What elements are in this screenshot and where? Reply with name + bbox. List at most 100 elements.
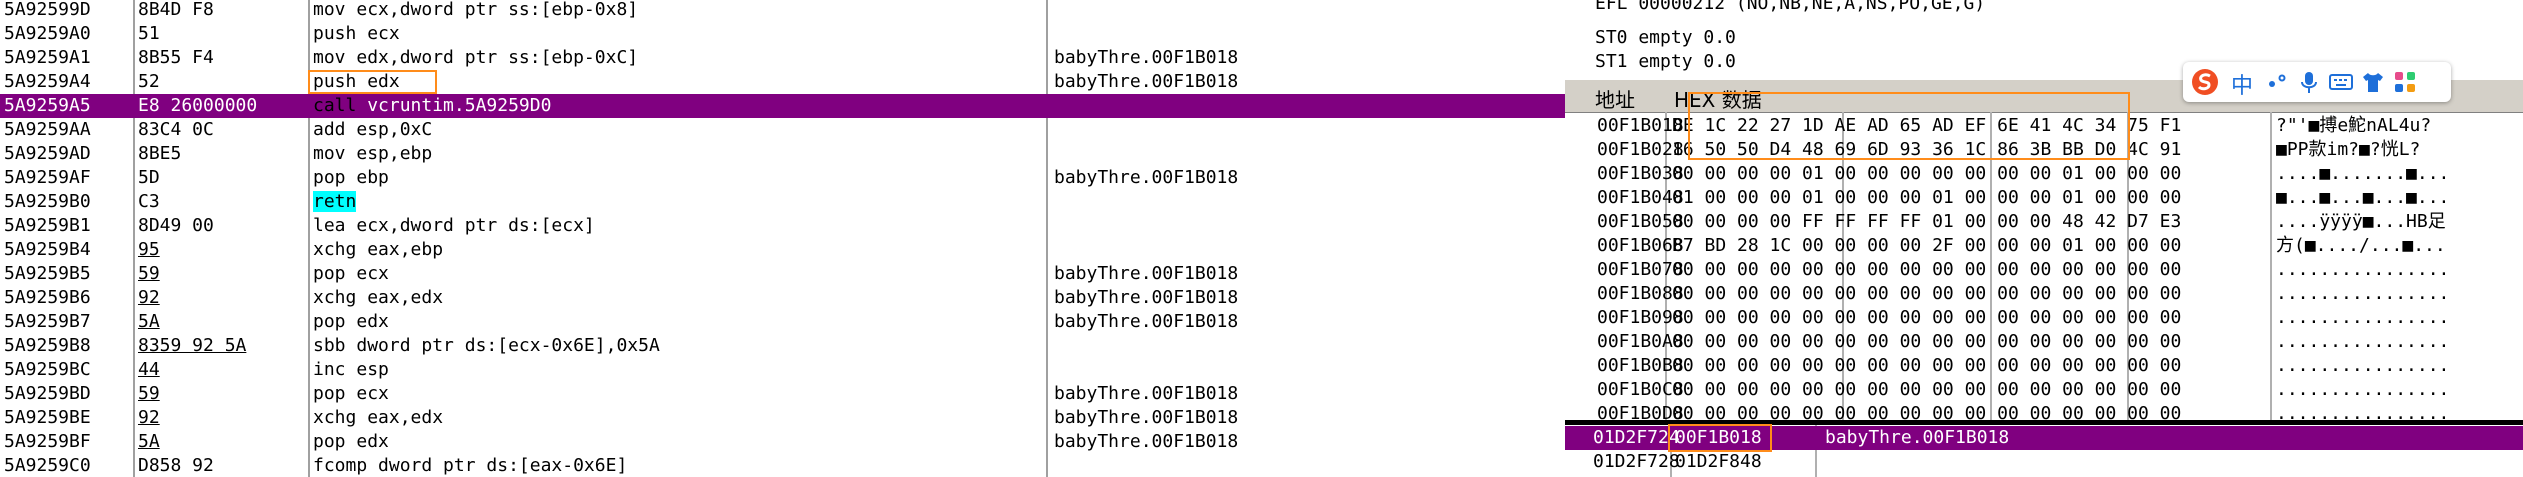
- dump-address: 00F1B0A8: [1597, 331, 1684, 352]
- dump-address: 00F1B0C8: [1597, 379, 1684, 400]
- dump-address: 00F1B068: [1597, 235, 1684, 256]
- disasm-row[interactable]: 5A9259B5 59 pop ecx babyThre.00F1B018: [0, 262, 1565, 286]
- disasm-bytes: 5A: [138, 311, 160, 332]
- disasm-instruction: fcomp dword ptr ds:[eax-0x6E]: [313, 454, 627, 477]
- dump-row[interactable]: 00F1B028 16 50 50 D4 48 69 6D 93 36 1C 86…: [1565, 138, 2523, 162]
- disasm-operands: edx: [356, 431, 389, 452]
- microphone-icon[interactable]: [2295, 68, 2323, 96]
- dump-address: 00F1B078: [1597, 259, 1684, 280]
- dump-row[interactable]: 00F1B068 B7 BD 28 1C 00 00 00 00 2F 00 00…: [1565, 234, 2523, 258]
- st0-register: ST0 empty 0.0: [1595, 27, 1736, 48]
- disasm-row[interactable]: 5A9259B0 C3 retn: [0, 190, 1565, 214]
- disasm-bytes: 8B55 F4: [138, 47, 214, 68]
- disasm-instruction: mov edx,dword ptr ss:[ebp-0xC]: [313, 46, 638, 70]
- disasm-row[interactable]: 5A9259A4 52 push edx babyThre.00F1B018: [0, 70, 1565, 94]
- disasm-row[interactable]: 5A9259BD 59 pop ecx babyThre.00F1B018: [0, 382, 1565, 406]
- dump-ascii: ■...■...■...■...: [2276, 187, 2450, 208]
- disasm-address: 5A9259B1: [4, 215, 91, 236]
- dump-row[interactable]: 00F1B018 DE 1C 22 27 1D AE AD 65 AD EF 6E…: [1565, 114, 2523, 138]
- dump-address: 00F1B018: [1597, 115, 1684, 136]
- disasm-mnemonic: pop: [313, 263, 346, 284]
- disasm-mnemonic: add: [313, 119, 346, 140]
- stack-value: 01D2F848: [1675, 451, 1762, 472]
- disasm-row[interactable]: 5A9259C0 D858 92 fcomp dword ptr ds:[eax-0…: [0, 454, 1565, 477]
- disasm-operands: edx: [356, 311, 389, 332]
- disasm-comment: babyThre.00F1B018: [1054, 407, 1239, 428]
- ime-toolbar[interactable]: 中: [2183, 62, 2451, 102]
- disasm-row[interactable]: 5A9259A5 E8 26000000 call vcruntim.5A9259D…: [0, 94, 1565, 118]
- dump-row[interactable]: 00F1B078 00 00 00 00 00 00 00 00 00 00 00…: [1565, 258, 2523, 282]
- dump-ascii: 方(■..../...■...: [2276, 235, 2446, 256]
- disasm-mnemonic: retn: [313, 191, 357, 212]
- disasm-bytes: 59: [138, 383, 160, 404]
- dump-ascii: ?"'■搏e鮀nAL4u?: [2276, 115, 2432, 136]
- keyboard-icon[interactable]: [2327, 68, 2355, 96]
- disasm-comment: babyThre.00F1B018: [1054, 431, 1239, 452]
- disasm-instruction: push ecx: [313, 22, 400, 46]
- punctuation-icon[interactable]: [2263, 68, 2291, 96]
- dump-hex-bytes: 00 00 00 00 00 00 00 00 00 00 00 00 00 0…: [1672, 355, 2182, 376]
- disasm-immediate: 0xC: [399, 119, 433, 140]
- disasm-operands: esp: [356, 359, 389, 380]
- disasm-row[interactable]: 5A9259BF 5A pop edx babyThre.00F1B018: [0, 430, 1565, 454]
- dump-row[interactable]: 00F1B098 00 00 00 00 00 00 00 00 00 00 00…: [1565, 306, 2523, 330]
- stack-row[interactable]: 01D2F724 00F1B018 babyThre.00F1B018: [1565, 426, 2523, 450]
- disasm-mnemonic: pop: [313, 167, 346, 188]
- dump-row[interactable]: 00F1B038 00 00 00 00 01 00 00 00 00 00 00…: [1565, 162, 2523, 186]
- disasm-immediate: 0x5A: [616, 335, 660, 356]
- dump-ascii: ....■.......■...: [2276, 163, 2450, 184]
- dump-hex-bytes: DE 1C 22 27 1D AE AD 65 AD EF 6E 41 4C 3…: [1672, 115, 2182, 136]
- disasm-operands: ecx: [367, 23, 400, 44]
- disasm-row[interactable]: 5A9259B7 5A pop edx babyThre.00F1B018: [0, 310, 1565, 334]
- disasm-row[interactable]: 5A9259B1 8D49 00 lea ecx,dword ptr ds:[ecx…: [0, 214, 1565, 238]
- dump-address: 00F1B0B8: [1597, 355, 1684, 376]
- disasm-instruction: sbb dword ptr ds:[ecx-0x6E],0x5A: [313, 334, 660, 358]
- skin-shirt-icon[interactable]: [2359, 68, 2387, 96]
- dump-row[interactable]: 00F1B0B8 00 00 00 00 00 00 00 00 00 00 00…: [1565, 354, 2523, 378]
- dump-row[interactable]: 00F1B088 00 00 00 00 00 00 00 00 00 00 00…: [1565, 282, 2523, 306]
- disasm-row[interactable]: 5A9259BE 92 xchg eax,edx babyThre.00F1B018: [0, 406, 1565, 430]
- disasm-address: 5A9259BC: [4, 359, 91, 380]
- stack-panel[interactable]: 01D2F724 00F1B018 babyThre.00F1B018 01D2F72…: [1565, 425, 2523, 477]
- disasm-row[interactable]: 5A9259AF 5D pop ebp babyThre.00F1B018: [0, 166, 1565, 190]
- disasm-row[interactable]: 5A92599D 8B4D F8 mov ecx,dword ptr ss:[ebp…: [0, 0, 1565, 22]
- stack-row[interactable]: 01D2F728 01D2F848: [1565, 450, 2523, 474]
- disasm-operands: esp,ebp: [356, 143, 433, 164]
- disasm-mnemonic: push: [313, 71, 357, 92]
- dump-row[interactable]: 00F1B0D8 00 00 00 00 00 00 00 00 00 00 00…: [1565, 402, 2523, 420]
- dump-hex-bytes: 00 00 00 00 00 00 00 00 00 00 00 00 00 0…: [1672, 403, 2182, 420]
- dump-hex-bytes: 00 00 00 00 00 00 00 00 00 00 00 00 00 0…: [1672, 331, 2182, 352]
- ime-language-toggle[interactable]: 中: [2231, 68, 2253, 100]
- disasm-row[interactable]: 5A9259B8 8359 92 5A sbb dword ptr ds:[ecx-…: [0, 334, 1565, 358]
- disasm-mnemonic: mov: [313, 143, 346, 164]
- disasm-row[interactable]: 5A9259A1 8B55 F4 mov edx,dword ptr ss:[ebp…: [0, 46, 1565, 70]
- toolbox-grid-icon[interactable]: [2391, 68, 2419, 96]
- disasm-address: 5A9259B4: [4, 239, 91, 260]
- disasm-address: 5A9259BD: [4, 383, 91, 404]
- disasm-address: 5A92599D: [4, 0, 91, 20]
- disasm-row[interactable]: 5A9259B4 95 xchg eax,ebp: [0, 238, 1565, 262]
- dump-hex-bytes: B7 BD 28 1C 00 00 00 00 2F 00 00 00 01 0…: [1672, 235, 2182, 256]
- disasm-address: 5A9259BF: [4, 431, 91, 452]
- disasm-address: 5A9259A5: [4, 94, 91, 118]
- dump-col-hex[interactable]: HEX 数据: [1674, 84, 1762, 113]
- disasm-bytes: 92: [138, 287, 160, 308]
- dump-col-address[interactable]: 地址: [1595, 84, 1635, 113]
- sogou-logo-icon[interactable]: [2191, 68, 2219, 96]
- disasm-row[interactable]: 5A9259AD 8BE5 mov esp,ebp: [0, 142, 1565, 166]
- dump-row[interactable]: 00F1B0A8 00 00 00 00 00 00 00 00 00 00 00…: [1565, 330, 2523, 354]
- disasm-bytes: 8B4D F8: [138, 0, 214, 20]
- dump-row[interactable]: 00F1B0C8 00 00 00 00 00 00 00 00 00 00 00…: [1565, 378, 2523, 402]
- disasm-row[interactable]: 5A9259AA 83C4 0C add esp,0xC: [0, 118, 1565, 142]
- dump-row[interactable]: 00F1B058 00 00 00 00 FF FF FF FF 01 00 00…: [1565, 210, 2523, 234]
- disasm-instruction: pop ecx: [313, 262, 389, 286]
- stack-address: 01D2F724: [1593, 427, 1680, 448]
- disasm-row[interactable]: 5A9259BC 44 inc esp: [0, 358, 1565, 382]
- disasm-operands: esp,: [356, 119, 400, 140]
- dump-row[interactable]: 00F1B048 01 00 00 00 01 00 00 00 01 00 00…: [1565, 186, 2523, 210]
- stack-value: 00F1B018: [1675, 427, 1762, 448]
- disasm-row[interactable]: 5A9259B6 92 xchg eax,edx babyThre.00F1B018: [0, 286, 1565, 310]
- memory-dump-panel[interactable]: 地址 HEX 数据 00F1B018 DE 1C 22 27 1D AE AD 6…: [1565, 80, 2523, 420]
- disassembly-pane[interactable]: 5A92599D 8B4D F8 mov ecx,dword ptr ss:[ebp…: [0, 0, 1565, 477]
- disasm-row[interactable]: 5A9259A0 51 push ecx: [0, 22, 1565, 46]
